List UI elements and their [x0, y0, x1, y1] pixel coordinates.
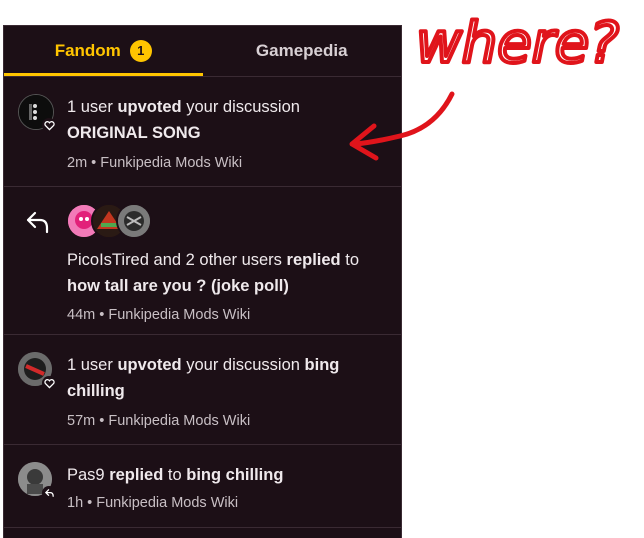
- notification-meta: 1h • Funkipedia Mods Wiki: [67, 495, 239, 511]
- notification-meta: 44m • Funkipedia Mods Wiki: [67, 307, 251, 323]
- tab-fandom[interactable]: Fandom 1: [4, 26, 203, 76]
- heart-icon: [42, 376, 56, 390]
- notification-item[interactable]: 1 user upvoted your discussion bing chil…: [4, 335, 401, 445]
- discussion-title: ORIGINAL SONG: [67, 124, 201, 142]
- annotation-text: where?: [416, 11, 619, 76]
- notification-meta: 57m • Funkipedia Mods Wiki: [67, 413, 251, 429]
- tab-gamepedia[interactable]: Gamepedia: [203, 26, 402, 76]
- notification-item[interactable]: PicoIsTired and 2 other users replied to…: [4, 187, 401, 335]
- handwritten-annotation: where?: [412, 0, 644, 78]
- red-arrow-icon: [340, 88, 460, 168]
- heart-icon: [42, 118, 56, 132]
- notification-item[interactable]: Pas9 replied to bing chilling 1h • Funki…: [4, 445, 401, 528]
- reply-arrow-icon: [42, 486, 56, 500]
- notification-text: PicoIsTired and 2 other users replied to…: [67, 251, 359, 295]
- notification-text: Pas9 replied to bing chilling: [67, 466, 284, 484]
- reply-arrow-icon: [24, 208, 52, 241]
- discussion-title: bing chilling: [186, 466, 284, 484]
- discussion-title: how tall are you ? (joke poll): [67, 277, 289, 295]
- tab-fandom-label: Fandom: [54, 41, 121, 60]
- user-avatar: [116, 203, 152, 239]
- tab-gamepedia-label: Gamepedia: [255, 41, 348, 60]
- tab-bar: Fandom 1 Gamepedia: [4, 26, 401, 77]
- unread-count-badge: 1: [129, 40, 152, 62]
- notification-text: 1 user upvoted your discussion bing chil…: [67, 356, 340, 400]
- notification-meta: 2m • Funkipedia Mods Wiki: [67, 155, 243, 171]
